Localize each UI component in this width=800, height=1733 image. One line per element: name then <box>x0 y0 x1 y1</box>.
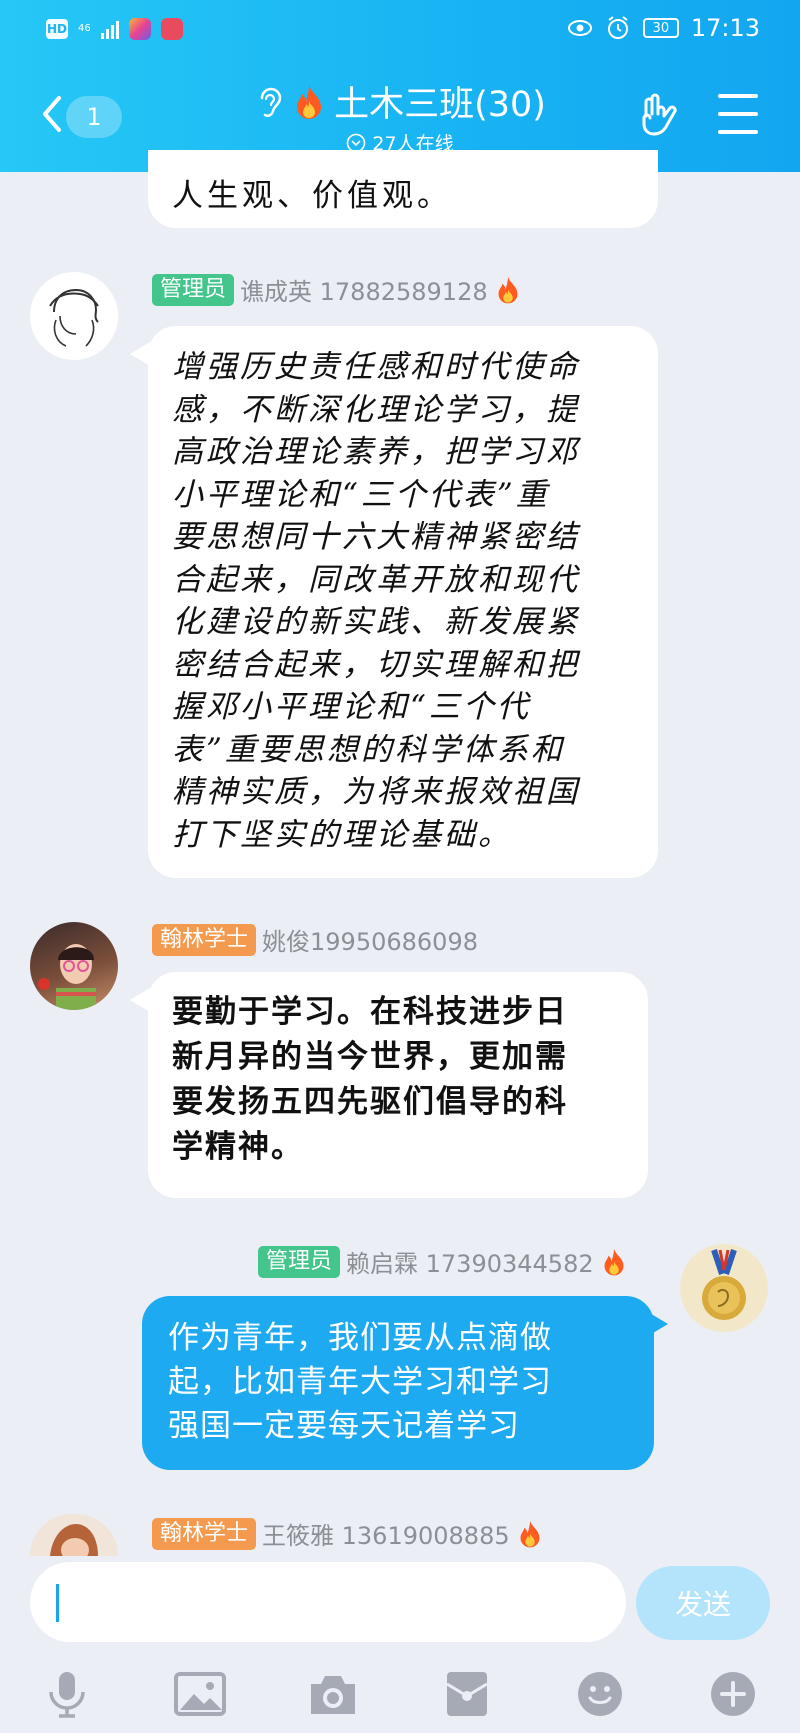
message-input[interactable] <box>30 1562 626 1642</box>
composer-bar: 发送 <box>0 1556 800 1654</box>
header-bar: HD 46 30 17:13 1 土木三班(30) 27人在线 <box>0 0 800 172</box>
text-line: 学精神。 <box>172 1129 304 1165</box>
avatar-partial <box>50 1524 98 1556</box>
text-line: 小平理论和“三个代表”重 <box>172 476 550 513</box>
app-icon-video <box>160 18 183 40</box>
message-bubble[interactable]: 要勤于学习。在科技进步日 新月异的当今世界，更加需 要发扬五四先驱们倡导的科 学… <box>148 972 648 1198</box>
role-tag: 翰林学士 <box>152 923 257 956</box>
group-title[interactable]: 土木三班(30) <box>334 76 546 127</box>
emoji-icon[interactable] <box>574 1668 626 1720</box>
avatar[interactable] <box>30 922 118 1010</box>
bubble-tail <box>130 988 150 1012</box>
text-line: 打下坚实的理论基础。 <box>172 816 512 853</box>
message-text: 要勤于学习。在科技进步日 新月异的当今世界，更加需 要发扬五四先驱们倡导的科 学… <box>172 990 632 1170</box>
text-line: 精神实质，为将来报效祖国 <box>172 774 580 810</box>
sender-name[interactable]: 赖启霖 17390344582 <box>346 1244 594 1279</box>
message-text: 人生观、价值观。 <box>172 178 452 214</box>
avatar-line-art-girl <box>49 288 99 347</box>
fire-icon <box>520 1520 540 1547</box>
fire-icon <box>604 1248 624 1275</box>
text-line: 握邓小平理论和“三个代 <box>172 689 531 725</box>
avatar[interactable] <box>680 1244 768 1332</box>
text-line: 表”重要思想的科学体系和 <box>172 731 565 768</box>
fire-icon <box>498 276 518 303</box>
message-text: 作为青年，我们要从点滴做 起，比如青年大学习和学习 强国一定要每天记着学习 <box>168 1316 638 1448</box>
text-line: 新月异的当今世界，更加需 <box>172 1039 568 1075</box>
camera-icon[interactable] <box>307 1668 359 1720</box>
eye-icon <box>567 20 592 36</box>
signal-icon <box>100 19 119 39</box>
sender-meta: 翰林学士 姚俊19950686098 <box>152 922 478 957</box>
text-line: 密结合起来，切实理解和把 <box>172 646 580 683</box>
hand-gesture-icon[interactable] <box>636 92 680 140</box>
sender-name[interactable]: 王筱雅 13619008885 <box>262 1516 510 1551</box>
plus-icon[interactable] <box>707 1668 759 1720</box>
message-bubble-self[interactable]: 作为青年，我们要从点滴做 起，比如青年大学习和学习 强国一定要每天记着学习 <box>142 1296 654 1470</box>
status-bar: HD 46 30 17:13 <box>0 0 800 60</box>
menu-icon[interactable] <box>718 94 758 134</box>
avatar[interactable] <box>30 1514 118 1556</box>
message-bubble[interactable]: 人生观、价值观。 <box>148 150 658 228</box>
red-packet-icon[interactable] <box>441 1668 493 1720</box>
text-caret <box>56 1584 59 1622</box>
app-icon-flower <box>128 18 151 40</box>
text-line: 要思想同十六大精神紧密结 <box>172 519 580 555</box>
role-tag: 管理员 <box>152 273 235 306</box>
mic-icon[interactable] <box>41 1668 93 1720</box>
sender-meta: 管理员 赖启霖 17390344582 <box>258 1244 628 1279</box>
battery-icon: 30 <box>642 18 679 38</box>
medal-icon <box>702 1249 746 1320</box>
text-line: 起，比如青年大学习和学习 <box>168 1364 552 1400</box>
message-bubble[interactable]: 增强历史责任感和时代使命 感，不断深化理论学习，提 高政治理论素养，把学习邓 小… <box>148 326 658 878</box>
sender-name[interactable]: 姚俊19950686098 <box>262 922 478 957</box>
text-line: 合起来，同改革开放和现代 <box>172 561 580 598</box>
text-line: 感，不断深化理论学习，提 <box>172 391 580 428</box>
input-toolbar <box>0 1654 800 1733</box>
sender-meta: 管理员 谯成英 17882589128 <box>152 272 522 307</box>
network-type: 46 <box>78 23 91 34</box>
sender-meta: 翰林学士 王筱雅 13619008885 <box>152 1516 544 1551</box>
role-tag: 翰林学士 <box>152 1517 257 1550</box>
text-line: 作为青年，我们要从点滴做 <box>168 1320 552 1356</box>
text-line: 强国一定要每天记着学习 <box>168 1408 520 1444</box>
image-icon[interactable] <box>173 1668 226 1720</box>
role-tag: 管理员 <box>258 1245 341 1278</box>
text-line: 增强历史责任感和时代使命 <box>172 349 580 385</box>
hd-badge: HD <box>46 19 68 39</box>
ear-icon[interactable] <box>254 84 284 120</box>
fire-icon <box>297 84 322 119</box>
clock: 17:13 <box>690 14 760 42</box>
alarm-icon <box>607 16 628 39</box>
avatar[interactable] <box>30 272 118 360</box>
text-line: 要发扬五四先驱们倡导的科 <box>172 1084 568 1120</box>
message-text: 增强历史责任感和时代使命 感，不断深化理论学习，提 高政治理论素养，把学习邓 小… <box>172 346 642 856</box>
text-line: 化建设的新实践、新发展紧 <box>172 604 580 640</box>
avatar-girl-illustration <box>38 944 96 1010</box>
text-line: 要勤于学习。在科技进步日 <box>172 994 568 1030</box>
bubble-tail <box>130 342 150 366</box>
text-line: 高政治理论素养，把学习邓 <box>172 434 580 470</box>
send-button[interactable]: 发送 <box>636 1566 770 1640</box>
sender-name[interactable]: 谯成英 17882589128 <box>240 272 488 307</box>
